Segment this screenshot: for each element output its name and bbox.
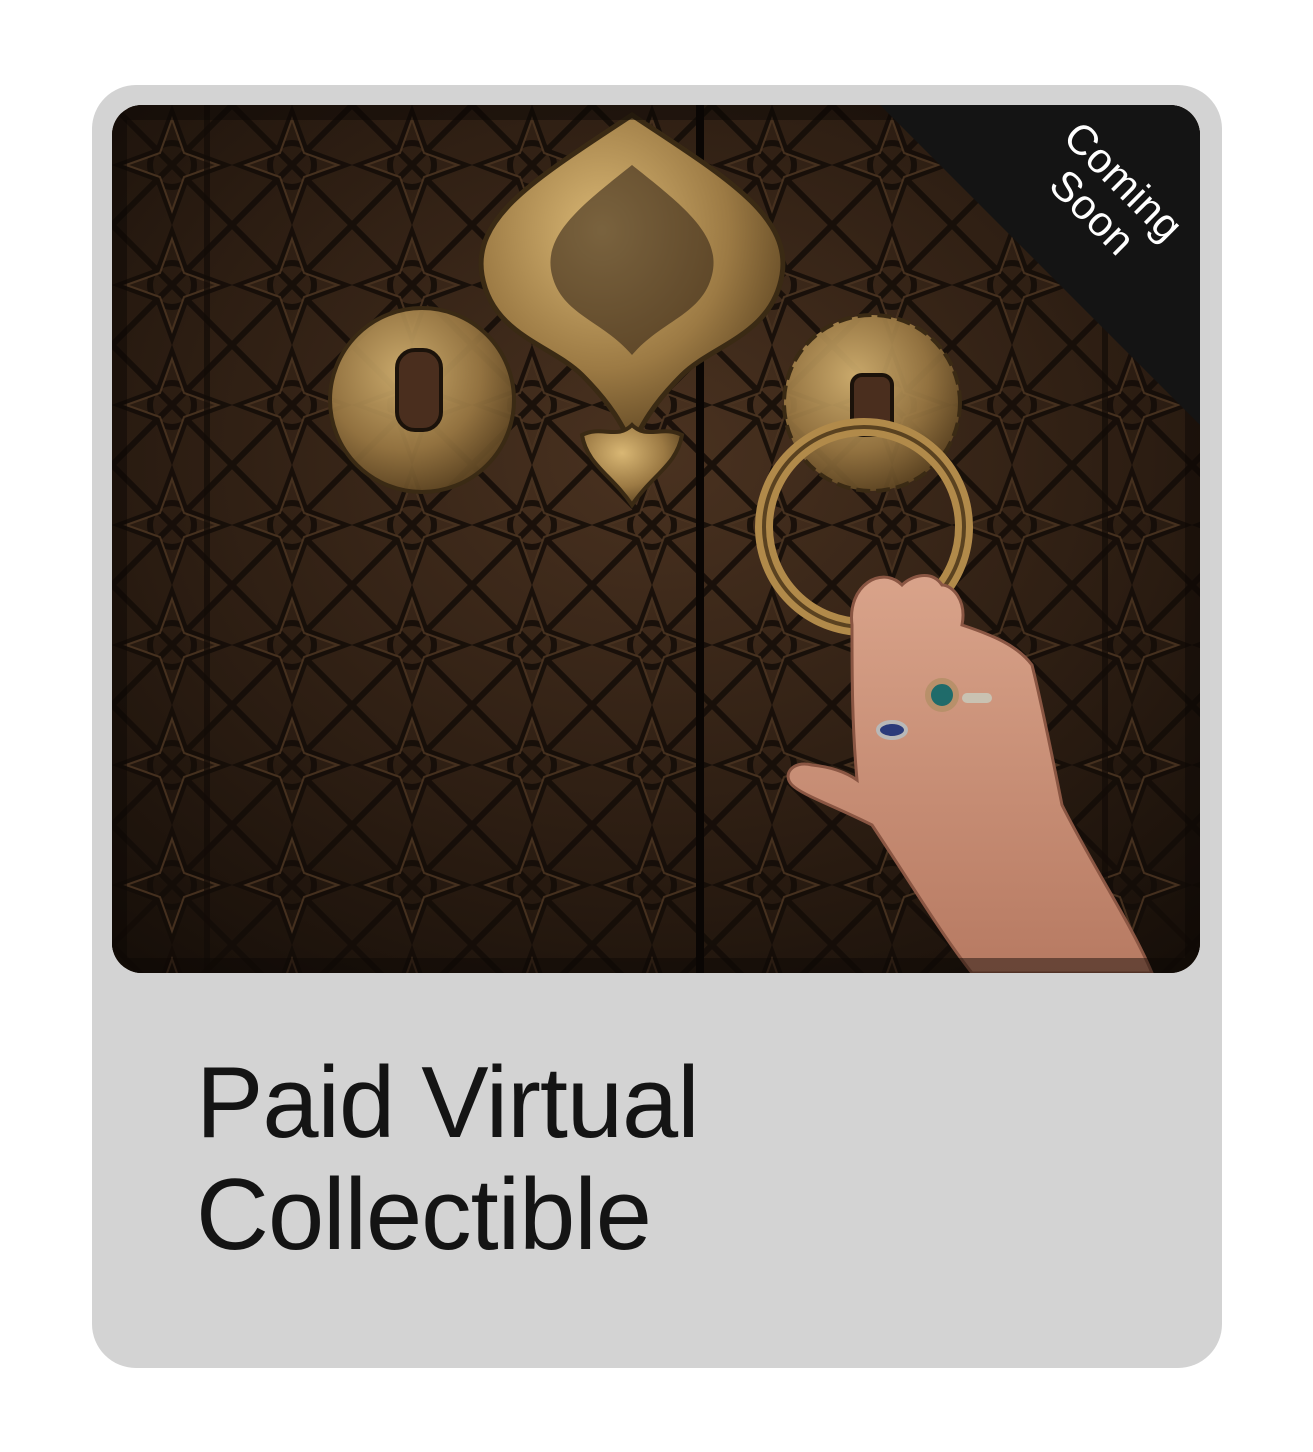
card-title-line-2: Collectible <box>196 1159 652 1271</box>
card-title-line-1: Paid Virtual <box>196 1047 700 1159</box>
coming-soon-badge: Coming Soon <box>880 105 1200 425</box>
card-title: Paid Virtual Collectible <box>196 1047 1096 1271</box>
badge-text-wrap: Coming Soon <box>880 105 1200 425</box>
left-plate <box>328 306 516 494</box>
badge-label: Coming Soon <box>1025 112 1193 281</box>
collectible-card[interactable]: Coming Soon Paid Virtual Collectible <box>92 85 1222 1368</box>
collectible-image: Coming Soon <box>112 105 1200 973</box>
